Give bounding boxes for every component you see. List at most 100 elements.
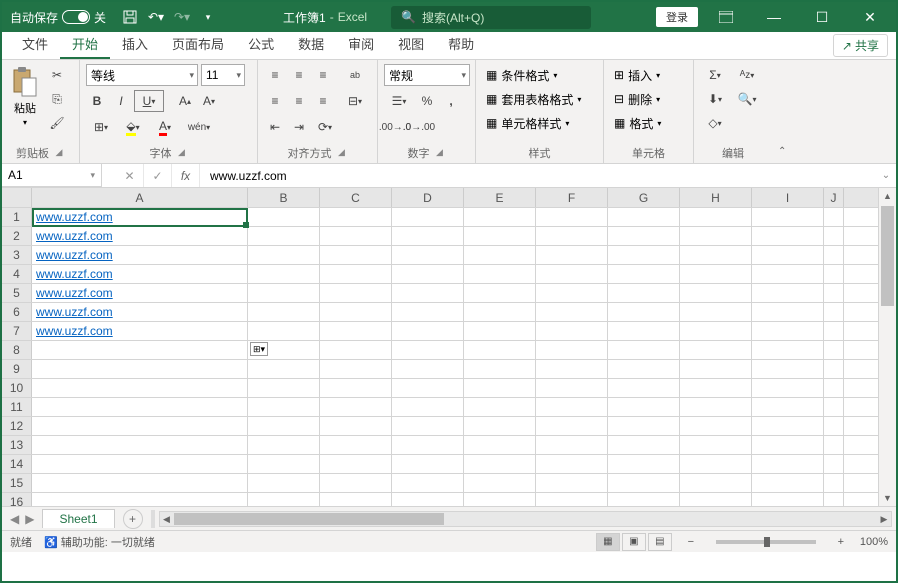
cell[interactable] <box>536 341 608 359</box>
cell[interactable] <box>536 436 608 454</box>
undo-icon[interactable]: ↶▾ <box>148 9 164 25</box>
normal-view-button[interactable]: ▦ <box>596 533 620 551</box>
accessibility-status[interactable]: ♿ 辅助功能: 一切就绪 <box>44 534 155 550</box>
font-color-button[interactable]: A▾ <box>150 116 180 138</box>
next-sheet-icon[interactable]: ▶ <box>25 512 34 526</box>
cell[interactable] <box>824 303 844 321</box>
autosave-toggle[interactable]: 自动保存 关 <box>2 9 114 26</box>
find-button[interactable]: 🔍▾ <box>732 88 762 110</box>
share-button[interactable]: ↗ 共享 <box>833 34 888 57</box>
fill-button[interactable]: ⬇▾ <box>700 88 730 110</box>
cell[interactable] <box>752 208 824 226</box>
cell[interactable] <box>536 398 608 416</box>
cell[interactable] <box>608 265 680 283</box>
cell[interactable] <box>464 493 536 506</box>
cell[interactable] <box>464 474 536 492</box>
cell[interactable] <box>248 246 320 264</box>
cell[interactable] <box>32 417 248 435</box>
scroll-thumb[interactable] <box>174 513 444 525</box>
cell[interactable] <box>680 265 752 283</box>
cell[interactable] <box>608 474 680 492</box>
cell[interactable] <box>752 360 824 378</box>
launcher-icon[interactable]: ◢ <box>176 147 188 159</box>
cell[interactable]: www.uzzf.com <box>32 208 248 226</box>
select-all-button[interactable] <box>2 188 32 207</box>
cell[interactable] <box>32 436 248 454</box>
cell[interactable] <box>392 474 464 492</box>
row-header[interactable]: 2 <box>2 227 32 245</box>
tab-文件[interactable]: 文件 <box>10 30 60 59</box>
cell[interactable] <box>824 360 844 378</box>
cell[interactable] <box>320 436 392 454</box>
cell[interactable] <box>464 284 536 302</box>
hyperlink[interactable]: www.uzzf.com <box>36 248 113 262</box>
cell[interactable] <box>536 303 608 321</box>
increase-font-button[interactable]: A▴ <box>174 90 196 112</box>
name-box[interactable]: A1▾ <box>2 164 102 187</box>
format-painter-button[interactable]: 🖌 <box>46 112 68 134</box>
sheet-nav[interactable]: ◀▶ <box>2 512 42 526</box>
align-top-button[interactable]: ≡ <box>264 64 286 86</box>
cell[interactable] <box>536 227 608 245</box>
scroll-up-icon[interactable]: ▲ <box>879 188 896 204</box>
row-header[interactable]: 12 <box>2 417 32 435</box>
cell[interactable] <box>824 379 844 397</box>
cell[interactable] <box>752 265 824 283</box>
col-header[interactable]: J <box>824 188 844 207</box>
cell[interactable] <box>680 398 752 416</box>
cell[interactable] <box>392 284 464 302</box>
tab-插入[interactable]: 插入 <box>110 30 160 59</box>
hyperlink[interactable]: www.uzzf.com <box>36 286 113 300</box>
cell[interactable] <box>680 493 752 506</box>
percent-button[interactable]: % <box>416 90 438 112</box>
cell[interactable] <box>248 474 320 492</box>
cell[interactable] <box>248 455 320 473</box>
cell[interactable] <box>680 284 752 302</box>
formula-input[interactable]: www.uzzf.com <box>200 164 876 187</box>
grid-rows[interactable]: 1www.uzzf.com2www.uzzf.com3www.uzzf.com4… <box>2 208 878 506</box>
cell[interactable] <box>536 246 608 264</box>
cell[interactable] <box>32 398 248 416</box>
cell[interactable] <box>464 227 536 245</box>
tab-开始[interactable]: 开始 <box>60 30 110 59</box>
comma-button[interactable]: , <box>440 90 462 112</box>
row-header[interactable]: 5 <box>2 284 32 302</box>
cell[interactable] <box>824 455 844 473</box>
insert-function-button[interactable]: fx <box>172 164 200 187</box>
cell[interactable] <box>392 436 464 454</box>
tab-公式[interactable]: 公式 <box>236 30 286 59</box>
hyperlink[interactable]: www.uzzf.com <box>36 324 113 338</box>
qat-customize-icon[interactable]: ▾ <box>200 9 216 25</box>
col-header[interactable]: A <box>32 188 248 207</box>
row-header[interactable]: 10 <box>2 379 32 397</box>
accounting-button[interactable]: ☰▾ <box>384 90 414 112</box>
phonetic-button[interactable]: wén▾ <box>182 116 216 138</box>
cell[interactable] <box>464 265 536 283</box>
hyperlink[interactable]: www.uzzf.com <box>36 267 113 281</box>
cell[interactable] <box>320 303 392 321</box>
row-header[interactable]: 11 <box>2 398 32 416</box>
zoom-in-button[interactable]: + <box>834 536 848 548</box>
cell[interactable] <box>536 493 608 506</box>
cell[interactable] <box>32 360 248 378</box>
cell[interactable] <box>464 398 536 416</box>
add-sheet-button[interactable]: + <box>123 509 143 529</box>
underline-button[interactable]: U ▾ <box>134 90 164 112</box>
hyperlink[interactable]: www.uzzf.com <box>36 229 113 243</box>
ribbon-display-icon[interactable] <box>706 2 746 32</box>
cell[interactable] <box>248 284 320 302</box>
cell[interactable] <box>392 208 464 226</box>
cell[interactable] <box>608 246 680 264</box>
row-header[interactable]: 7 <box>2 322 32 340</box>
cell[interactable] <box>248 493 320 506</box>
cell[interactable] <box>608 303 680 321</box>
cell[interactable] <box>536 208 608 226</box>
col-header[interactable]: I <box>752 188 824 207</box>
cell[interactable] <box>320 265 392 283</box>
number-format-combo[interactable]: 常规▾ <box>384 64 470 86</box>
cell[interactable] <box>536 379 608 397</box>
split-handle[interactable] <box>151 510 155 528</box>
cell[interactable] <box>464 360 536 378</box>
zoom-slider[interactable] <box>716 540 816 544</box>
cell[interactable]: www.uzzf.com <box>32 246 248 264</box>
